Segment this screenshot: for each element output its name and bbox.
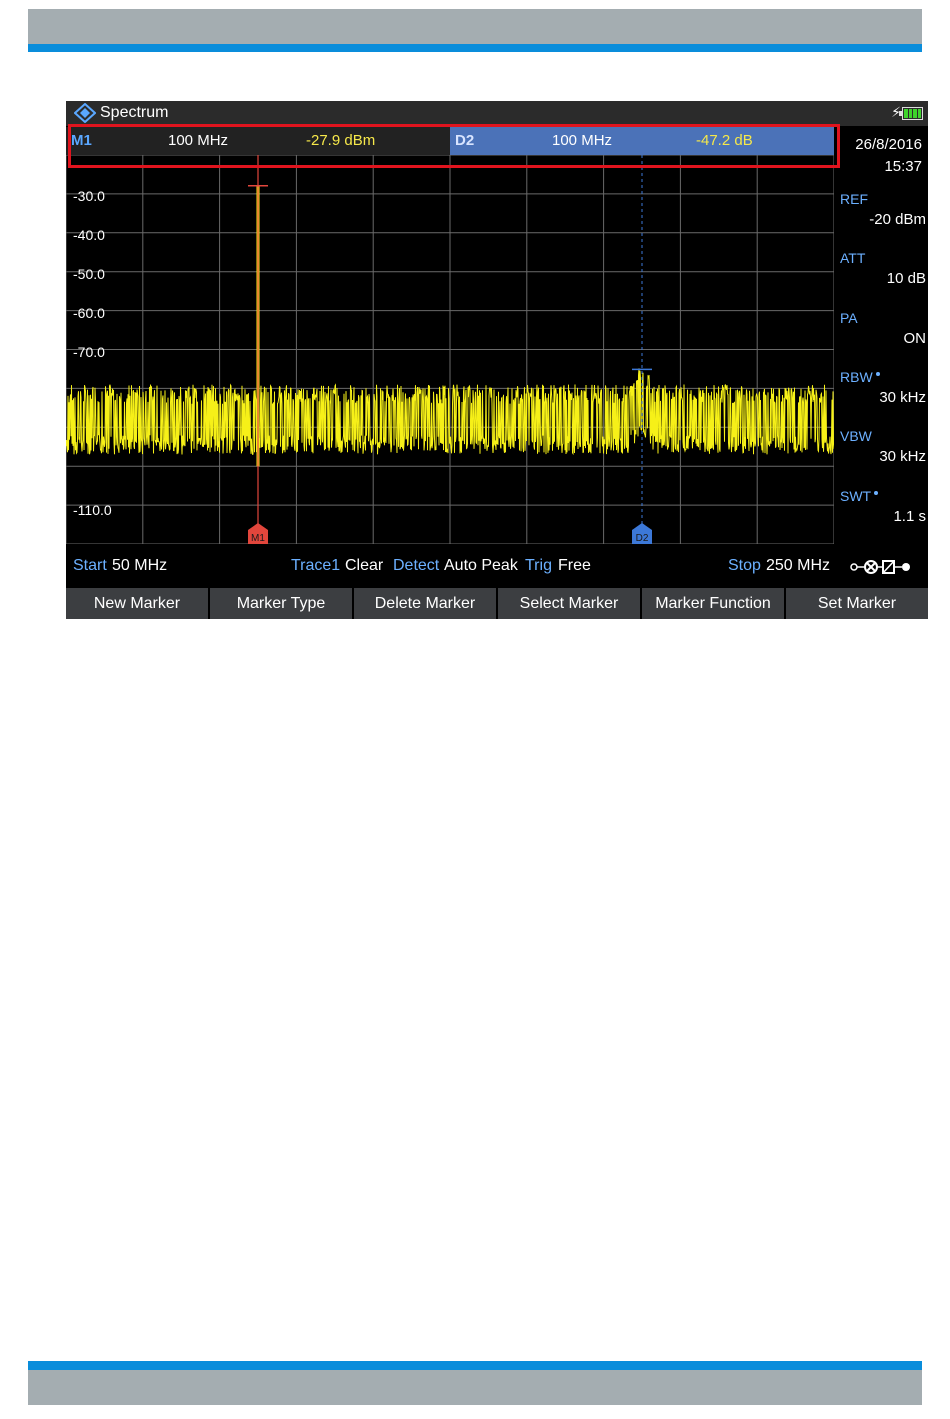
footer-band — [28, 1370, 922, 1405]
header-band — [28, 9, 922, 44]
detector-mode[interactable]: Auto Peak — [444, 557, 518, 575]
rohde-schwarz-logo-icon — [74, 103, 96, 123]
footer-accent-line — [28, 1361, 922, 1370]
swt-coupled-dot-icon — [874, 491, 879, 495]
d2-marker-tag-label: D2 — [636, 533, 649, 544]
rbw-coupled-dot-icon — [875, 372, 880, 376]
ref-value: -20 dBm — [869, 211, 926, 228]
spectrum-plot-svg: M1 D2 — [66, 155, 834, 544]
m1-marker-tag-label: M1 — [251, 533, 265, 544]
new-marker-button[interactable]: New Marker — [66, 588, 208, 619]
y-tick-label: -70.0 — [73, 344, 105, 360]
settings-side-panel: 26/8/2016 15:37 REF -20 dBm ATT 10 dB PA… — [834, 127, 928, 543]
connection-icon — [850, 560, 910, 574]
marker-function-button[interactable]: Marker Function — [642, 588, 784, 619]
trace-label: Trace1 — [291, 557, 341, 574]
y-tick-label: -40.0 — [73, 227, 105, 243]
y-tick-label: -60.0 — [73, 305, 105, 321]
date-time: 26/8/2016 15:37 — [855, 134, 922, 178]
ref-label: REF — [840, 191, 868, 207]
rbw-label: RBW — [840, 369, 873, 385]
delete-marker-button[interactable]: Delete Marker — [354, 588, 496, 619]
m1-marker-tag: M1 — [248, 523, 268, 544]
pa-value: ON — [903, 330, 927, 347]
att-label: ATT — [840, 250, 866, 266]
date: 26/8/2016 — [855, 136, 922, 153]
swt-label: SWT — [840, 488, 872, 504]
trace-mode[interactable]: Clear — [345, 557, 383, 575]
sweep-time-setting[interactable]: SWT 1.1 s — [840, 488, 926, 548]
rbw-setting[interactable]: RBW 30 kHz — [840, 369, 926, 429]
stop-label: Stop — [728, 557, 761, 574]
battery-icon — [899, 107, 923, 120]
preamp-setting[interactable]: PA ON — [840, 310, 926, 370]
marker-type-button[interactable]: Marker Type — [210, 588, 352, 619]
trigger-mode[interactable]: Free — [558, 557, 591, 575]
attenuation-setting[interactable]: ATT 10 dB — [840, 250, 926, 310]
select-marker-button[interactable]: Select Marker — [498, 588, 640, 619]
set-marker-button[interactable]: Set Marker — [786, 588, 928, 619]
swt-value: 1.1 s — [893, 508, 926, 525]
vbw-setting[interactable]: VBW 30 kHz — [840, 428, 926, 488]
d2-marker-tag: D2 — [632, 523, 652, 544]
status-bar: Start 50 MHz Trace1 Clear Detect Auto Pe… — [66, 553, 928, 581]
detect-label: Detect — [393, 557, 440, 574]
ref-level-setting[interactable]: REF -20 dBm — [840, 191, 926, 251]
y-tick-label: -50.0 — [73, 266, 105, 282]
att-value: 10 dB — [886, 270, 926, 287]
header-accent-line — [28, 44, 922, 52]
spectrum-plot[interactable]: M1 D2 -30.0 -40.0 -50.0 -60.0 -70.0 -110.… — [66, 155, 834, 544]
stop-frequency[interactable]: 250 MHz — [766, 557, 830, 575]
marker-info-highlight-frame — [68, 124, 840, 168]
start-label: Start — [73, 557, 107, 574]
rbw-value: 30 kHz — [879, 389, 926, 406]
time: 15:37 — [884, 158, 922, 175]
y-tick-label: -30.0 — [73, 188, 105, 204]
title-bar: Spectrum ⚡ — [66, 101, 928, 126]
mode-title: Spectrum — [100, 104, 169, 121]
plot-grid — [66, 155, 834, 544]
trig-label: Trig — [525, 557, 552, 574]
vbw-value: 30 kHz — [879, 448, 926, 465]
vbw-label: VBW — [840, 428, 872, 444]
start-frequency[interactable]: 50 MHz — [112, 557, 167, 575]
spectrum-analyzer-screen: Spectrum ⚡ M1 100 MHz -27.9 dBm D2 100 M… — [66, 101, 928, 619]
pa-label: PA — [840, 310, 858, 326]
softkey-bar: New Marker Marker Type Delete Marker Sel… — [66, 588, 928, 619]
y-tick-label: -110.0 — [73, 502, 112, 518]
